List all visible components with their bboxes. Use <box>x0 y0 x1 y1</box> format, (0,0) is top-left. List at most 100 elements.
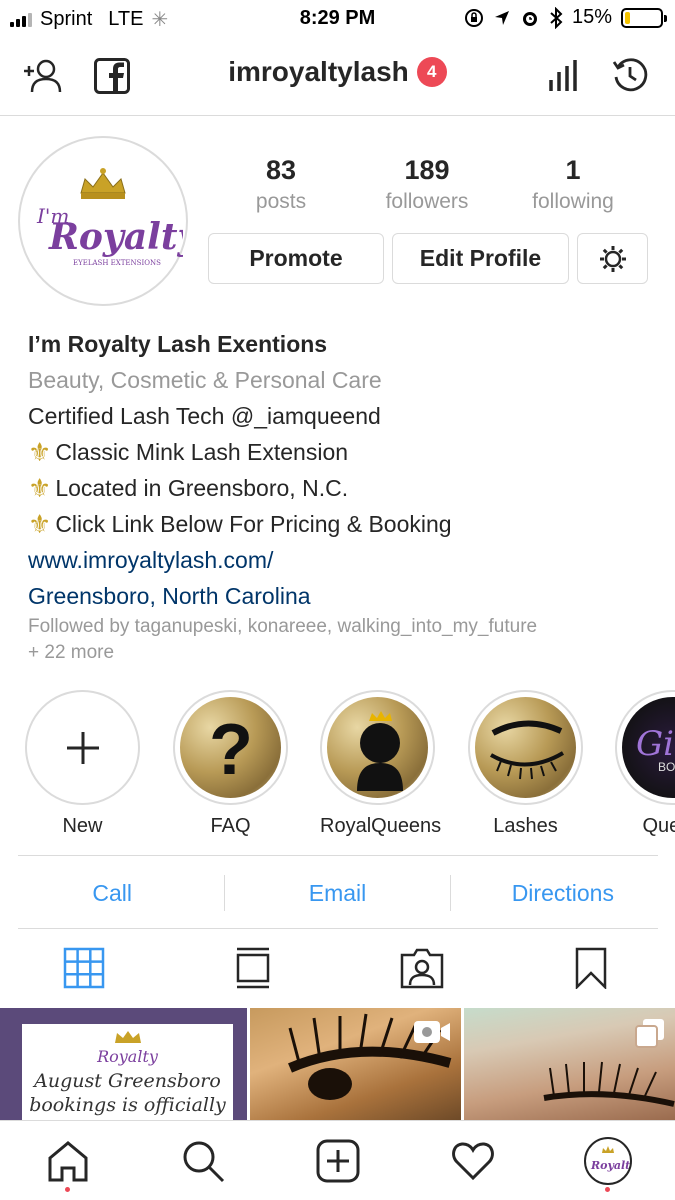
add-post-icon <box>316 1139 359 1182</box>
posts-grid: Royalty August Greensboro bookings is of… <box>0 1008 675 1120</box>
post-card: Royalty August Greensboro bookings is of… <box>22 1024 233 1120</box>
nav-home[interactable] <box>0 1121 135 1200</box>
bio-line-text: Located in Greensboro, N.C. <box>55 475 349 501</box>
queen-silhouette-icon <box>356 710 403 791</box>
royalty-logo: I'm Royalty EYELASH EXTENSIONS <box>27 145 183 297</box>
highlight-label: FAQ <box>210 815 251 837</box>
activity-dot <box>605 1187 610 1192</box>
highlight-ring <box>468 690 583 805</box>
eyelash-icon <box>489 719 564 779</box>
tagged-person-icon <box>400 948 444 989</box>
highlight-ring <box>25 690 140 805</box>
divider <box>18 928 658 929</box>
username-title[interactable]: imroyaltylash <box>228 56 409 88</box>
multiple-photos-icon <box>635 1019 664 1048</box>
grid-icon <box>64 947 105 989</box>
divider <box>18 855 658 856</box>
post-text: August Greensboro <box>34 1070 221 1092</box>
stat-posts[interactable]: 83 posts <box>208 155 354 214</box>
battery-icon <box>621 7 667 28</box>
heart-icon <box>451 1141 494 1180</box>
fleur-de-lis-icon: ⚜ <box>28 437 52 467</box>
fleur-de-lis-icon: ⚜ <box>28 473 52 503</box>
nav-profile[interactable]: Royalty <box>540 1121 675 1200</box>
gift-logo-icon: GiBO <box>636 724 675 774</box>
tab-saved[interactable] <box>506 935 675 1001</box>
stat-value: 1 <box>565 155 581 185</box>
post-thumbnail[interactable]: Royalty August Greensboro bookings is of… <box>0 1008 247 1120</box>
stat-label: following <box>532 190 614 213</box>
svg-text:?: ? <box>209 710 253 788</box>
stat-followers[interactable]: 189 followers <box>354 155 500 214</box>
bio-line: ⚜ Classic Mink Lash Extension <box>28 434 658 470</box>
stat-value: 189 <box>404 155 450 185</box>
profile-category: Beauty, Cosmetic & Personal Care <box>28 367 382 393</box>
stat-value: 83 <box>265 155 297 185</box>
promote-button[interactable]: Promote <box>208 233 384 284</box>
bio-line: Certified Lash Tech @_iamqueend <box>28 403 381 429</box>
highlight-queen[interactable]: GiBO Queen <box>615 690 675 838</box>
settings-button[interactable] <box>577 233 648 284</box>
nav-new-post[interactable] <box>270 1121 405 1200</box>
fleur-de-lis-icon: ⚜ <box>28 509 52 539</box>
nav-activity[interactable] <box>405 1121 540 1200</box>
profile-avatar-small: Royalty <box>583 1136 632 1185</box>
edit-profile-button[interactable]: Edit Profile <box>392 233 569 284</box>
highlight-ring: Gi BO <box>615 690 675 805</box>
stat-label: posts <box>255 190 307 213</box>
bluetooth-icon <box>550 6 563 29</box>
tab-feed[interactable] <box>169 935 338 1001</box>
profile-header: imroyaltylash 4 <box>0 38 675 116</box>
highlight-faq[interactable]: ? FAQ <box>173 690 288 838</box>
email-button[interactable]: Email <box>225 858 449 928</box>
feed-icon <box>236 947 270 989</box>
status-bar: Sprint LTE ✳ 8:29 PM 15% <box>0 0 675 38</box>
archive-icon[interactable] <box>612 57 648 93</box>
stat-following[interactable]: 1 following <box>500 155 646 214</box>
svg-text:Gi: Gi <box>636 724 674 764</box>
glitter-background: ? <box>180 697 281 798</box>
rotation-lock-icon <box>464 8 483 27</box>
svg-text:Royalty: Royalty <box>590 1159 630 1172</box>
followed-by-more: + 22 more <box>28 642 115 663</box>
home-icon <box>48 1140 87 1181</box>
highlight-ring <box>320 690 435 805</box>
location-icon <box>494 10 509 25</box>
insights-icon[interactable] <box>548 58 580 92</box>
profile-avatar[interactable]: I'm Royalty EYELASH EXTENSIONS <box>18 136 188 306</box>
followed-by[interactable]: Followed by taganupeski, konareee, walki… <box>28 614 658 666</box>
post-brand: Royalty <box>97 1047 158 1066</box>
highlight-lashes[interactable]: Lashes <box>468 690 583 838</box>
directions-button[interactable]: Directions <box>451 858 675 928</box>
bio-line: ⚜ Located in Greensboro, N.C. <box>28 470 658 506</box>
svg-text:Royalty: Royalty <box>48 216 183 258</box>
contact-bar: Call Email Directions <box>0 858 675 928</box>
post-text: bookings is officially <box>29 1094 226 1116</box>
search-icon <box>183 1141 224 1182</box>
website-link[interactable]: www.imroyaltylash.com/ <box>28 542 658 578</box>
tab-grid[interactable] <box>0 935 169 1001</box>
tab-tagged[interactable] <box>338 935 507 1001</box>
nav-search[interactable] <box>135 1121 270 1200</box>
location-link[interactable]: Greensboro, North Carolina <box>28 578 658 614</box>
notification-badge[interactable]: 4 <box>416 57 447 87</box>
gear-icon <box>599 245 626 272</box>
highlight-royalqueens[interactable]: RoyalQueens <box>320 690 441 838</box>
activity-dot <box>65 1187 70 1192</box>
story-highlights: New ? FAQ RoyalQueens Lashes Gi BO Que <box>0 690 675 840</box>
bookmark-icon <box>575 947 606 989</box>
highlight-new[interactable]: New <box>25 690 140 838</box>
question-mark-icon: ? <box>209 710 253 788</box>
dark-background: Gi BO <box>622 697 675 798</box>
battery-percent: 15% <box>571 6 612 28</box>
call-button[interactable]: Call <box>0 858 224 928</box>
post-thumbnail[interactable] <box>464 1008 675 1120</box>
svg-text:BO: BO <box>658 760 675 774</box>
bio-line: ⚜ Click Link Below For Pricing & Booking <box>28 506 658 542</box>
glitter-background <box>327 697 428 798</box>
highlight-label: Lashes <box>493 815 558 837</box>
highlight-label: Queen <box>642 815 675 837</box>
post-thumbnail[interactable] <box>250 1008 461 1120</box>
highlight-label: New <box>62 815 103 837</box>
bio-line-text: Click Link Below For Pricing & Booking <box>55 511 452 537</box>
